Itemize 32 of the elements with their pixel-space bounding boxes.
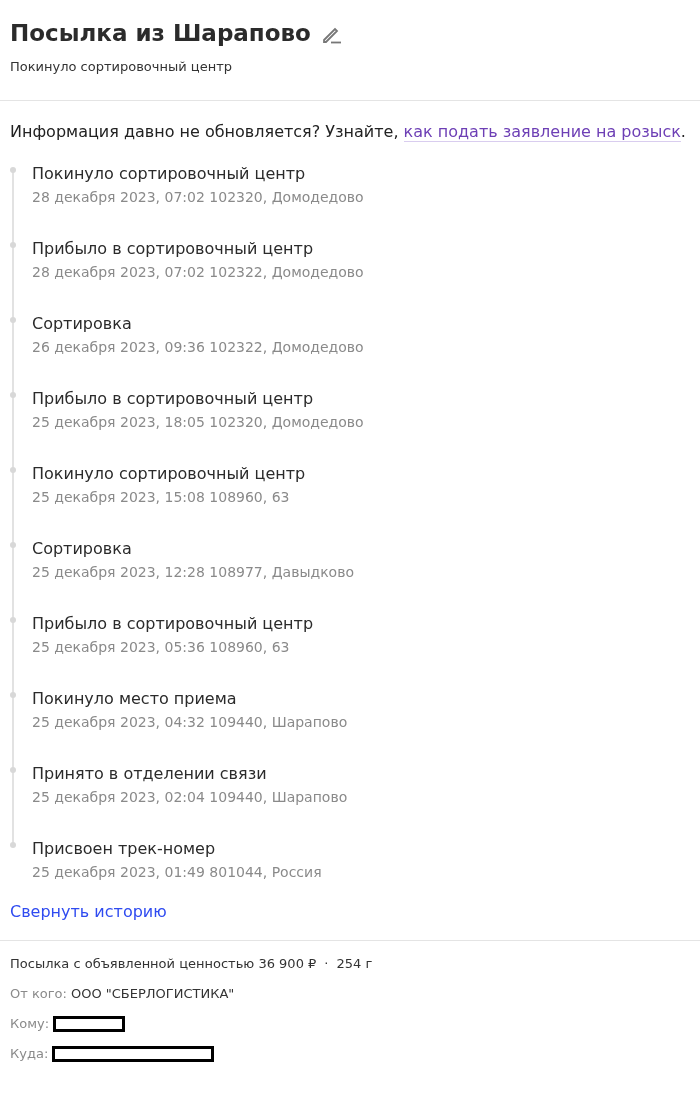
event-title: Прибыло в сортировочный центр [32,238,315,260]
field-label: Куда: [10,1045,49,1063]
page-title: Посылка из Шарапово [10,19,311,48]
event-details: 25 декабря 2023, 04:32 109440, Шарапово [32,713,349,732]
event-details: 25 декабря 2023, 05:36 108960, 63 [32,638,291,657]
event-details: 25 декабря 2023, 15:08 108960, 63 [32,488,291,507]
event-details: 25 декабря 2023, 01:49 801044, Россия [32,863,323,882]
field-label: От кого: [10,985,67,1003]
event-title: Сортировка [32,313,133,335]
event-title: Присвоен трек-номер [32,838,217,860]
field-label: Кому: [10,1015,50,1033]
event-title: Покинуло сортировочный центр [32,163,307,185]
declared-value-text: Посылка с объявленной ценностью 36 900 ₽ [10,955,317,973]
notice-text: Информация давно не обновляется? Узнайте, как подать заявление на розыск. [10,121,687,144]
event-title: Покинуло место приема [32,688,238,710]
search-request-link[interactable]: как подать заявление на розыск [403,122,681,142]
status-text: Покинуло сортировочный центр [10,58,233,76]
event-title: Принято в отделении связи [32,763,268,785]
event-title: Прибыло в сортировочный центр [32,388,315,410]
collapse-history-link[interactable]: Свернуть историю [10,900,167,924]
event-title: Покинуло сортировочный центр [32,463,307,485]
event-title: Сортировка [32,538,133,560]
event-details: 25 декабря 2023, 18:05 102320, Домодедово [32,413,365,432]
event-details: 28 декабря 2023, 07:02 102320, Домодедово [32,188,365,207]
event-title: Прибыло в сортировочный центр [32,613,315,635]
separator-dot: · [324,955,329,973]
event-details: 25 декабря 2023, 12:28 108977, Давыдково [32,563,355,582]
event-details: 28 декабря 2023, 07:02 102322, Домодедово [32,263,365,282]
event-details: 25 декабря 2023, 02:04 109440, Шарапово [32,788,349,807]
field-value: ООО "СБЕРЛОГИСТИКА" [70,985,235,1003]
event-details: 26 декабря 2023, 09:36 102322, Домодедово [32,338,365,357]
weight-text: 254 г [336,955,373,973]
